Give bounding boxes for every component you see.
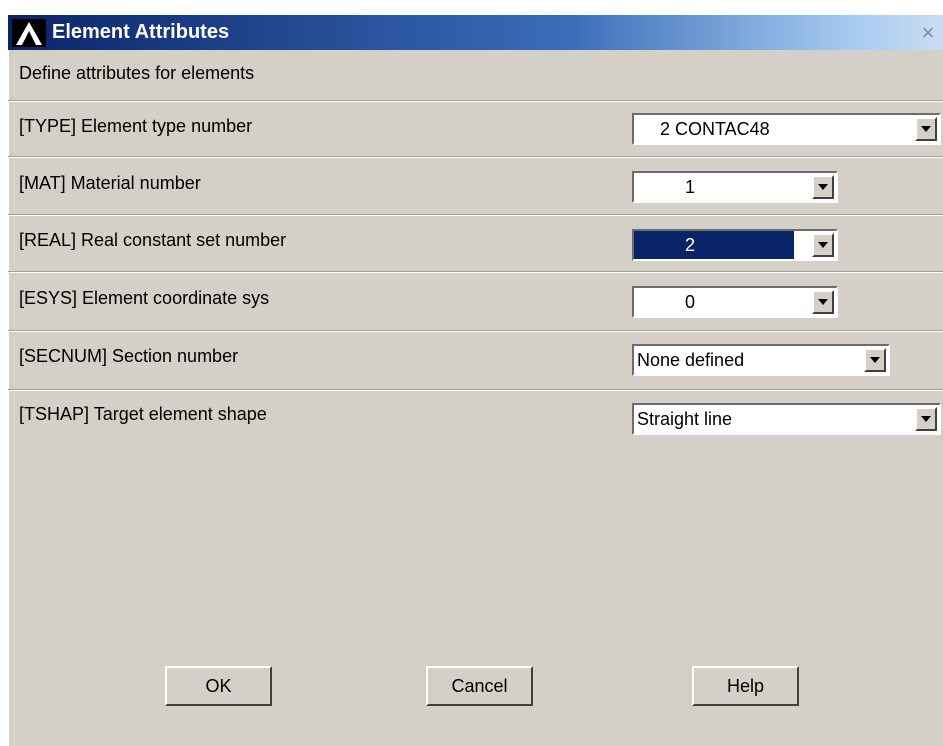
chevron-down-icon[interactable] xyxy=(915,117,937,141)
chevron-down-icon[interactable] xyxy=(812,290,834,314)
section-number-value: None defined xyxy=(637,350,745,370)
target-shape-value: Straight line xyxy=(637,409,733,429)
material-label: [MAT] Material number xyxy=(19,173,201,193)
chevron-down-icon[interactable] xyxy=(812,175,834,199)
element-type-value: 2 CONTAC48 xyxy=(660,119,770,139)
divider xyxy=(8,389,943,391)
element-attributes-dialog: Element Attributes × Define attributes f… xyxy=(8,15,943,746)
divider xyxy=(8,330,943,332)
ansys-logo-icon xyxy=(12,19,46,47)
element-type-dropdown[interactable]: 2 CONTAC48 xyxy=(632,113,941,145)
real-constant-dropdown[interactable]: 2 xyxy=(632,229,838,261)
help-button[interactable]: Help xyxy=(692,666,799,706)
title-bar: Element Attributes xyxy=(8,15,943,50)
coordinate-sys-dropdown[interactable]: 0 xyxy=(632,286,838,318)
close-icon[interactable]: × xyxy=(915,21,941,45)
section-number-label: [SECNUM] Section number xyxy=(19,346,239,366)
divider xyxy=(8,271,943,273)
target-shape-label: [TSHAP] Target element shape xyxy=(19,404,267,424)
chevron-down-icon[interactable] xyxy=(864,348,886,372)
coordinate-sys-value: 0 xyxy=(685,292,696,312)
ok-button[interactable]: OK xyxy=(165,666,272,706)
real-constant-value: 2 xyxy=(634,231,794,259)
section-number-dropdown[interactable]: None defined xyxy=(632,344,890,376)
divider xyxy=(8,214,943,216)
real-constant-label: [REAL] Real constant set number xyxy=(19,230,287,250)
window-title: Element Attributes xyxy=(52,21,230,43)
type-label: [TYPE] Element type number xyxy=(19,116,253,136)
coordinate-sys-label: [ESYS] Element coordinate sys xyxy=(19,288,270,308)
chevron-down-icon[interactable] xyxy=(915,407,937,431)
instruction-text: Define attributes for elements xyxy=(19,63,255,83)
cancel-button[interactable]: Cancel xyxy=(426,666,533,706)
material-number-dropdown[interactable]: 1 xyxy=(632,171,838,203)
material-number-value: 1 xyxy=(685,177,696,197)
chevron-down-icon[interactable] xyxy=(812,233,834,257)
divider xyxy=(8,156,943,158)
divider xyxy=(8,100,943,102)
target-shape-dropdown[interactable]: Straight line xyxy=(632,403,941,435)
